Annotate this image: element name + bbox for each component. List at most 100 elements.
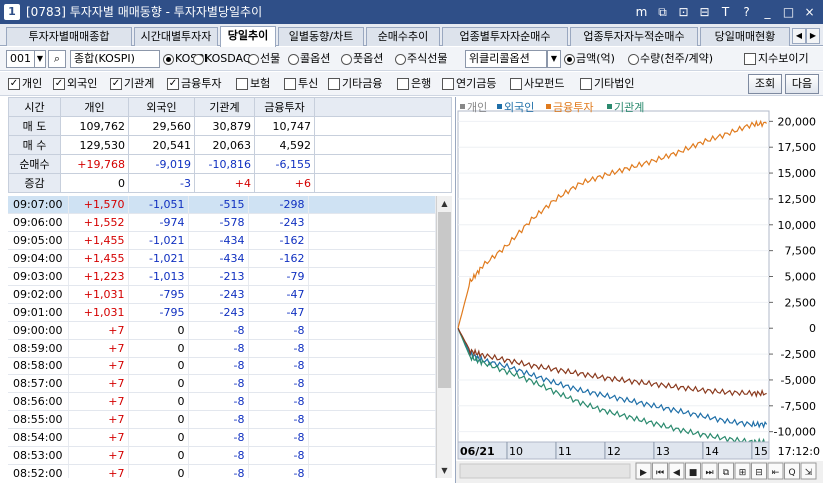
row-value: -1,021: [128, 231, 189, 251]
step-back-icon[interactable]: ◀: [673, 468, 680, 478]
maximize-icon[interactable]: □: [779, 3, 798, 21]
next-button[interactable]: 다음: [785, 74, 819, 94]
table-row[interactable]: 09:05:00 +1,455 -1,021 -434 -162: [8, 231, 436, 251]
filter-insurance[interactable]: 보험: [236, 77, 270, 91]
tab-net-buy-trend[interactable]: 순매수추이: [366, 27, 440, 46]
y-tick-label: 5,000: [785, 271, 817, 284]
row-value: +7: [68, 446, 129, 465]
tab-investor-summary[interactable]: 투자자별매매종합: [6, 27, 132, 46]
table-row[interactable]: 08:56:00 +7 0 -8 -8: [8, 392, 436, 412]
scroll-up-icon[interactable]: ▲: [437, 196, 452, 211]
minimize-icon[interactable]: _: [758, 3, 777, 21]
play-icon[interactable]: ▶: [640, 468, 647, 478]
radio-stock-futures[interactable]: 주식선물: [395, 52, 447, 66]
filter-private-fund[interactable]: 사모펀드: [510, 77, 564, 91]
filter-institution[interactable]: ✓ 기관계: [110, 77, 154, 91]
option-select[interactable]: 위클리콜옵션: [465, 50, 547, 68]
summary-cell: +4: [194, 173, 255, 193]
code-dropdown-icon[interactable]: ▼: [34, 50, 46, 68]
radio-call-option[interactable]: 콜옵션: [288, 52, 330, 66]
radio-futures[interactable]: 선물: [248, 52, 280, 66]
table-row[interactable]: 09:06:00 +1,552 -974 -578 -243: [8, 213, 436, 233]
table-row[interactable]: 09:03:00 +1,223 -1,013 -213 -79: [8, 267, 436, 286]
scroll-down-icon[interactable]: ▼: [437, 463, 452, 478]
table-row[interactable]: 08:52:00 +7 0 -8 -8: [8, 464, 436, 478]
copy-chart-icon[interactable]: ⧉: [723, 468, 730, 478]
tab-sector-net-buy[interactable]: 업종별투자자순매수: [442, 27, 568, 46]
option-dropdown-icon[interactable]: ▼: [547, 50, 561, 68]
tab-scroll-arrows: ◀ ▶: [792, 28, 820, 44]
filter-investment-trust[interactable]: 투신: [284, 77, 318, 91]
fast-forward-icon[interactable]: ⏭: [705, 468, 713, 478]
radio-quantity[interactable]: 수량(천주/계약): [628, 52, 713, 66]
expand-icon[interactable]: ⇲: [805, 468, 813, 478]
layout-icon[interactable]: ⊟: [695, 3, 714, 21]
help-icon[interactable]: ?: [737, 3, 756, 21]
table-row[interactable]: 08:59:00 +7 0 -8 -8: [8, 339, 436, 358]
filter-individual[interactable]: ✓ 개인: [8, 77, 42, 91]
table-row[interactable]: 08:54:00 +7 0 -8 -8: [8, 428, 436, 447]
table-row[interactable]: 09:07:00 +1,570 -1,051 -515 -298: [8, 196, 436, 215]
row-time: 09:05:00: [8, 231, 69, 251]
chart-scroll-track[interactable]: [459, 463, 631, 479]
show-index-checkbox[interactable]: 지수보이기: [744, 52, 809, 66]
row-value: -8: [248, 339, 309, 358]
filter-other-corporation[interactable]: 기타법인: [580, 77, 634, 91]
stop-icon[interactable]: ■: [689, 468, 698, 478]
table-row[interactable]: 08:53:00 +7 0 -8 -8: [8, 446, 436, 465]
filter-bank[interactable]: 은행: [397, 77, 431, 91]
y-tick-label: 12,500: [778, 193, 817, 206]
table-row[interactable]: 08:57:00 +7 0 -8 -8: [8, 374, 436, 394]
time-series-table[interactable]: 09:07:00 +1,570 -1,051 -515 -298 09:06:00 +1,5…: [8, 196, 436, 478]
filter-other-finance[interactable]: 기타금융: [328, 77, 382, 91]
table-row[interactable]: 09:04:00 +1,455 -1,021 -434 -162: [8, 249, 436, 269]
filter-foreign[interactable]: ✓ 외국인: [53, 77, 97, 91]
tab-intraday-trend[interactable]: 당일추이: [220, 26, 276, 47]
tab-sector-cumulative[interactable]: 업종투자자누적순매수: [570, 27, 698, 46]
table-scrollbar[interactable]: ▲ ▼: [436, 196, 452, 478]
row-value: -1,021: [128, 249, 189, 269]
search-icon[interactable]: ⌕: [48, 50, 66, 68]
scroll-thumb[interactable]: [438, 212, 451, 388]
radio-put-option[interactable]: 풋옵션: [341, 52, 383, 66]
y-tick-label: -7,500: [781, 400, 816, 413]
tab-scroll-left-icon[interactable]: ◀: [792, 28, 806, 44]
x-tick-label: 10: [509, 445, 523, 458]
row-value: -795: [128, 285, 189, 304]
query-button[interactable]: 조회: [748, 74, 782, 94]
rewind-start-icon[interactable]: ⏮: [656, 468, 664, 478]
table-row[interactable]: 09:00:00 +7 0 -8 -8: [8, 321, 436, 340]
menu-m-icon[interactable]: m: [632, 3, 651, 21]
screen-icon[interactable]: ⊡: [674, 3, 693, 21]
close-icon[interactable]: ×: [800, 3, 819, 21]
tab-daily-chart[interactable]: 일별동향/차트: [278, 27, 364, 46]
filter-pension[interactable]: 연기금등: [442, 77, 496, 91]
x-tick-label: 14: [705, 445, 719, 458]
summary-row-label: 매 수: [8, 135, 61, 155]
table-row[interactable]: 08:55:00 +7 0 -8 -8: [8, 410, 436, 430]
zoom-in-icon[interactable]: Q: [788, 468, 795, 478]
table-row[interactable]: 08:58:00 +7 0 -8 -8: [8, 357, 436, 376]
investor-filter-bar: ✓ 개인 ✓ 외국인 ✓ 기관계 ✓ 금융투자 보험 투신 기타금융 은행 연기금등 사…: [0, 72, 823, 96]
tab-intraday-trades[interactable]: 당일매매현황: [700, 27, 790, 46]
summary-row-label: 순매수: [8, 154, 61, 174]
x-tick-label: 13: [656, 445, 670, 458]
row-value: -298: [248, 196, 309, 215]
zoom-out-icon[interactable]: ⊟: [755, 468, 763, 478]
reset-view-icon[interactable]: ⇤: [772, 468, 780, 478]
tab-time-investor[interactable]: 시간대별투자자: [134, 27, 218, 46]
filter-financial-investment[interactable]: ✓ 금융투자: [167, 77, 221, 91]
summary-row: 매 도 109,762 29,560 30,879 10,747: [8, 116, 452, 136]
radio-amount[interactable]: 금액(억): [564, 52, 615, 66]
grid-view-icon[interactable]: ⊞: [739, 468, 747, 478]
row-value: -434: [188, 231, 249, 251]
tab-scroll-right-icon[interactable]: ▶: [806, 28, 820, 44]
summary-cell: 129,530: [60, 135, 129, 155]
table-row[interactable]: 09:02:00 +1,031 -795 -243 -47: [8, 285, 436, 304]
table-row[interactable]: 09:01:00 +1,031 -795 -243 -47: [8, 303, 436, 322]
row-value: 0: [128, 446, 189, 465]
row-value: -8: [188, 446, 249, 465]
font-icon[interactable]: T: [716, 3, 735, 21]
radio-kosdaq[interactable]: KOSDAQ: [193, 52, 252, 66]
link-window-icon[interactable]: ⧉: [653, 3, 672, 21]
